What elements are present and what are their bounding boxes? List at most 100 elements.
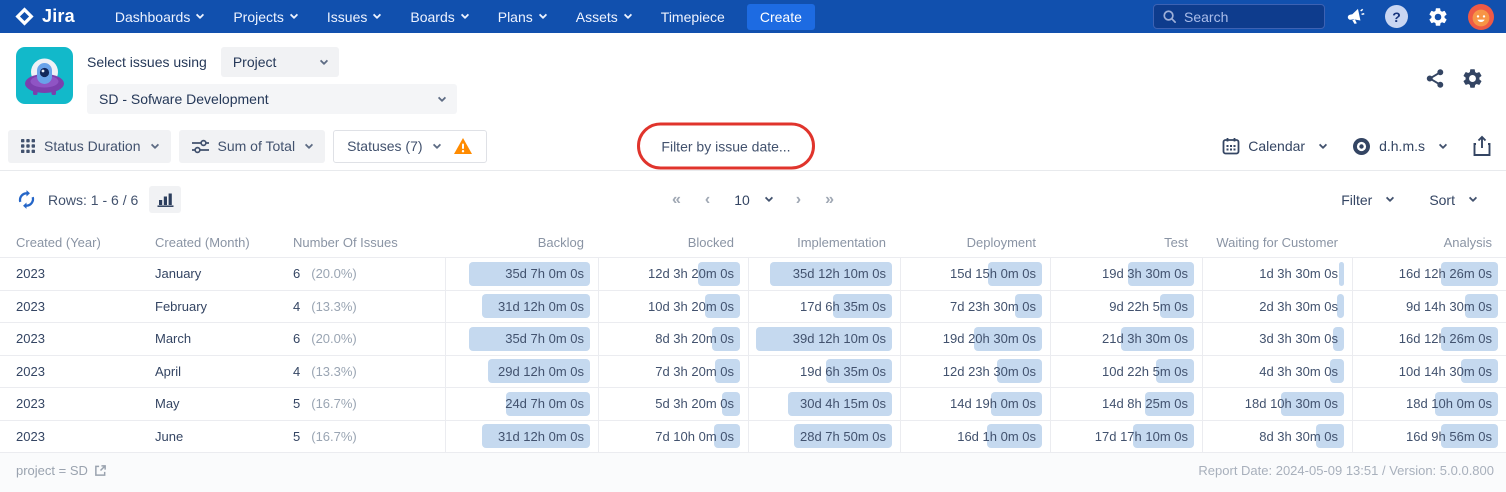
duration-cell-waiting-for-customer: 8d 3h 30m 0s — [1202, 421, 1352, 454]
duration-cell-deployment: 15d 15h 0m 0s — [900, 258, 1050, 291]
warning-icon — [453, 137, 473, 155]
aggregation-dropdown[interactable]: Sum of Total — [179, 130, 326, 163]
chart-view-button[interactable] — [149, 186, 181, 213]
create-button[interactable]: Create — [747, 4, 815, 30]
chevron-down-icon — [624, 11, 632, 19]
report-toolbar: Status Duration Sum of Total Statuses (7… — [0, 122, 1506, 171]
duration-cell-deployment: 7d 23h 30m 0s — [900, 291, 1050, 324]
next-page-button[interactable]: › — [796, 192, 801, 208]
refresh-button[interactable] — [16, 189, 37, 210]
duration-cell-analysis: 16d 12h 26m 0s — [1352, 258, 1506, 291]
sort-dropdown[interactable]: Sort — [1429, 192, 1476, 208]
duration-value: 21d 3h 30m 0s — [1102, 331, 1202, 346]
issue-count-percent: (13.3%) — [311, 299, 357, 314]
toolbar-right: Calendar d.h.m.s — [1222, 135, 1496, 157]
nav-item-boards[interactable]: Boards — [410, 9, 467, 25]
table-controls: Rows: 1 - 6 / 6 « ‹ 10 › » Filter — [0, 171, 1506, 228]
annotation-red-oval: Filter by issue date... — [637, 123, 815, 170]
duration-cell-test: 14d 8h 25m 0s — [1050, 388, 1202, 421]
nav-item-projects[interactable]: Projects — [233, 9, 297, 25]
duration-value: 9d 14h 30m 0s — [1406, 299, 1506, 314]
calendar-dropdown[interactable]: Calendar — [1222, 137, 1326, 155]
chevron-down-icon — [150, 140, 158, 148]
search-box[interactable] — [1153, 4, 1325, 29]
duration-value: 39d 12h 10m 0s — [793, 331, 900, 346]
nav-item-timepiece[interactable]: Timepiece — [661, 9, 725, 25]
report-header: Select issues using Project SD - Sofware… — [0, 33, 1506, 122]
help-button[interactable]: ? — [1385, 5, 1408, 28]
share-button[interactable] — [1424, 67, 1447, 90]
duration-value: 7d 10h 0m 0s — [655, 429, 748, 444]
issue-count-value: 6 — [293, 331, 300, 346]
cell-month: June — [139, 421, 278, 454]
report-type-dropdown[interactable]: Status Duration — [8, 130, 171, 163]
announcement-icon — [1344, 6, 1366, 28]
time-format-dropdown[interactable]: d.h.m.s — [1352, 137, 1446, 156]
duration-value: 16d 12h 26m 0s — [1399, 266, 1506, 281]
page-size-select[interactable]: 10 — [734, 192, 772, 208]
project-value: SD - Sofware Development — [99, 91, 269, 107]
nav-item-label: Plans — [498, 9, 533, 25]
duration-cell-backlog: 31d 12h 0m 0s — [445, 291, 598, 324]
export-button[interactable] — [1472, 135, 1492, 157]
first-page-button[interactable]: « — [672, 192, 681, 208]
last-page-button[interactable]: » — [825, 192, 834, 208]
nav-item-assets[interactable]: Assets — [576, 9, 631, 25]
header-actions — [1424, 47, 1490, 122]
duration-value: 16d 9h 56m 0s — [1406, 429, 1506, 444]
column-header-analysis: Analysis — [1352, 228, 1506, 258]
nav-settings-button[interactable] — [1427, 6, 1449, 28]
nav-item-issues[interactable]: Issues — [327, 9, 380, 25]
duration-cell-blocked: 7d 10h 0m 0s — [598, 421, 748, 454]
chevron-down-icon — [1319, 140, 1327, 148]
duration-value: 31d 12h 0m 0s — [498, 299, 598, 314]
aggregation-label: Sum of Total — [218, 138, 296, 154]
issue-selection: Select issues using Project SD - Sofware… — [87, 47, 457, 122]
duration-value: 17d 6h 35m 0s — [800, 299, 900, 314]
duration-value: 7d 3h 20m 0s — [655, 364, 748, 379]
duration-cell-deployment: 14d 19h 0m 0s — [900, 388, 1050, 421]
column-header-backlog: Backlog — [445, 228, 598, 258]
nav-item-label: Assets — [576, 9, 618, 25]
statuses-label: Statuses (7) — [347, 138, 422, 154]
column-header-waiting-for-customer: Waiting for Customer — [1202, 228, 1352, 258]
duration-cell-test: 21d 3h 30m 0s — [1050, 323, 1202, 356]
duration-value: 15d 15h 0m 0s — [950, 266, 1050, 281]
issue-source-dropdown[interactable]: Project — [221, 47, 339, 77]
report-settings-button[interactable] — [1461, 67, 1484, 90]
nav-item-label: Projects — [233, 9, 284, 25]
chevron-down-icon — [320, 56, 328, 64]
report-footer: project = SD Report Date: 2024-05-09 13:… — [0, 453, 1506, 492]
issue-count-percent: (20.0%) — [311, 266, 357, 281]
prev-page-button[interactable]: ‹ — [705, 192, 710, 208]
announcement-button[interactable] — [1344, 6, 1366, 28]
duration-value: 35d 7h 0m 0s — [505, 266, 598, 281]
duration-value: 29d 12h 0m 0s — [498, 364, 598, 379]
chevron-down-icon — [290, 11, 298, 19]
chevron-down-icon — [373, 11, 381, 19]
user-avatar[interactable] — [1468, 4, 1494, 30]
filter-dropdown[interactable]: Filter — [1341, 192, 1393, 208]
duration-cell-implementation: 17d 6h 35m 0s — [748, 291, 900, 324]
jira-brand[interactable]: Jira — [14, 6, 75, 27]
duration-cell-deployment: 16d 1h 0m 0s — [900, 421, 1050, 454]
nav-item-plans[interactable]: Plans — [498, 9, 546, 25]
chevron-down-icon — [1386, 194, 1394, 202]
duration-cell-blocked: 7d 3h 20m 0s — [598, 356, 748, 389]
report-info: Report Date: 2024-05-09 13:51 / Version:… — [1198, 463, 1494, 478]
nav-item-label: Issues — [327, 9, 367, 25]
duration-cell-backlog: 29d 12h 0m 0s — [445, 356, 598, 389]
settings-icon — [1427, 6, 1449, 28]
export-icon — [1472, 135, 1492, 157]
duration-value: 19d 6h 35m 0s — [800, 364, 900, 379]
date-filter-button[interactable]: Filter by issue date... — [661, 138, 790, 154]
jql-query-link[interactable]: project = SD — [16, 463, 107, 478]
grid-icon — [21, 139, 35, 153]
nav-item-dashboards[interactable]: Dashboards — [115, 9, 204, 25]
project-dropdown[interactable]: SD - Sofware Development — [87, 84, 457, 114]
duration-value: 18d 10h 30m 0s — [1245, 396, 1352, 411]
search-input[interactable] — [1184, 9, 1304, 25]
nav-item-label: Timepiece — [661, 9, 725, 25]
statuses-dropdown[interactable]: Statuses (7) — [333, 130, 486, 163]
duration-cell-backlog: 31d 12h 0m 0s — [445, 421, 598, 454]
